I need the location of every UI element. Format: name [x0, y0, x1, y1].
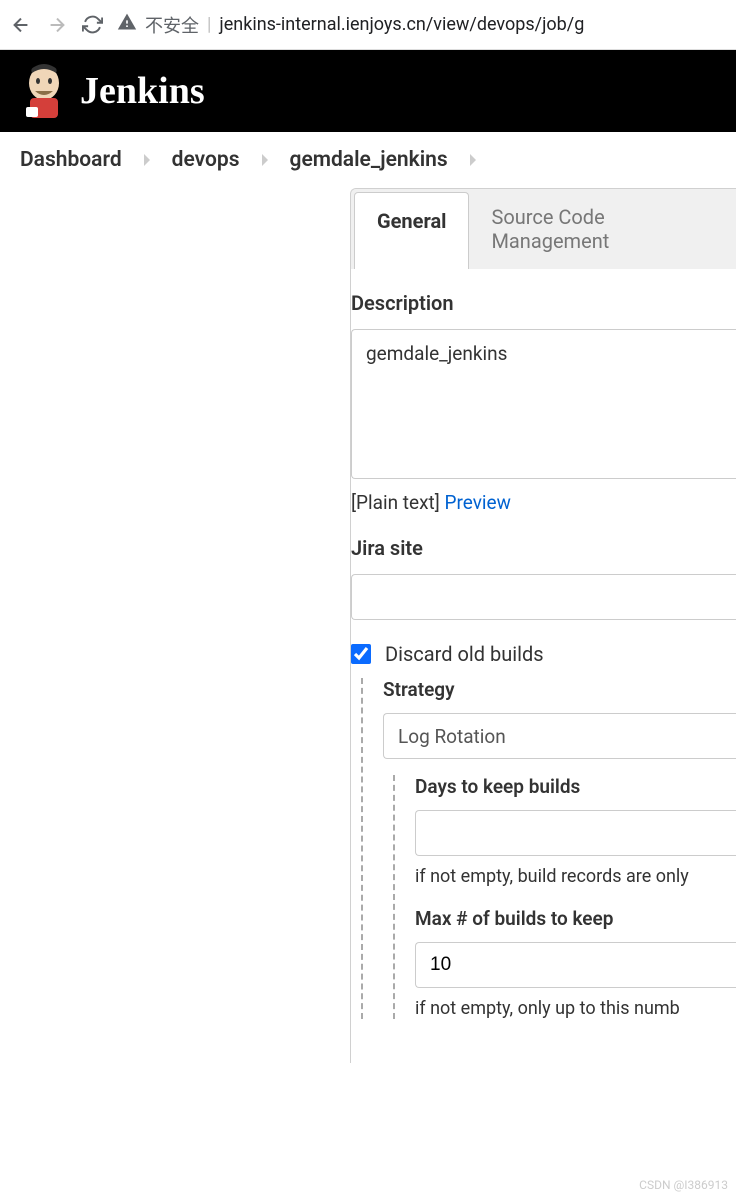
left-sidebar — [0, 188, 350, 1063]
browser-toolbar: 不安全 | jenkins-internal.ienjoys.cn/view/d… — [0, 0, 736, 50]
jenkins-logo-icon[interactable] — [20, 63, 68, 119]
breadcrumb-dashboard[interactable]: Dashboard — [20, 148, 122, 172]
url-text: jenkins-internal.ienjoys.cn/view/devops/… — [219, 14, 584, 35]
max-input[interactable] — [415, 942, 736, 988]
tab-scm[interactable]: Source Code Management — [469, 189, 736, 269]
days-help: if not empty, build records are only — [415, 866, 736, 887]
reload-icon[interactable] — [82, 14, 103, 35]
days-label: Days to keep builds — [415, 775, 736, 798]
jira-input[interactable] — [351, 574, 736, 620]
chevron-right-icon — [260, 153, 270, 167]
chevron-right-icon — [468, 153, 478, 167]
jenkins-header: Jenkins — [0, 50, 736, 132]
config-panel: General Source Code Management Descripti… — [350, 188, 736, 1063]
tab-bar: General Source Code Management — [351, 189, 736, 269]
preview-link[interactable]: Preview — [445, 491, 511, 514]
breadcrumb-devops[interactable]: devops — [172, 148, 240, 172]
days-input[interactable] — [415, 810, 736, 856]
forward-icon[interactable] — [46, 14, 68, 36]
jira-label: Jira site — [351, 536, 736, 560]
back-icon[interactable] — [10, 14, 32, 36]
max-label: Max # of builds to keep — [415, 907, 736, 930]
discard-label: Discard old builds — [385, 642, 544, 666]
strategy-label: Strategy — [383, 678, 736, 701]
description-label: Description — [351, 291, 736, 315]
breadcrumb: Dashboard devops gemdale_jenkins — [0, 132, 736, 188]
plain-text-label: [Plain text] — [351, 491, 440, 514]
description-input[interactable] — [351, 329, 736, 479]
max-help: if not empty, only up to this numb — [415, 998, 736, 1019]
jenkins-title[interactable]: Jenkins — [80, 69, 205, 113]
tab-general[interactable]: General — [354, 192, 469, 269]
warning-icon — [117, 12, 137, 37]
chevron-right-icon — [142, 153, 152, 167]
url-divider: | — [207, 14, 211, 35]
discard-checkbox[interactable] — [351, 644, 371, 664]
strategy-select[interactable]: Log Rotation — [383, 713, 736, 759]
breadcrumb-job[interactable]: gemdale_jenkins — [290, 148, 448, 172]
watermark: CSDN @I386913 — [639, 1178, 728, 1192]
insecure-label: 不安全 — [145, 12, 199, 38]
address-bar[interactable]: 不安全 | jenkins-internal.ienjoys.cn/view/d… — [117, 12, 726, 38]
